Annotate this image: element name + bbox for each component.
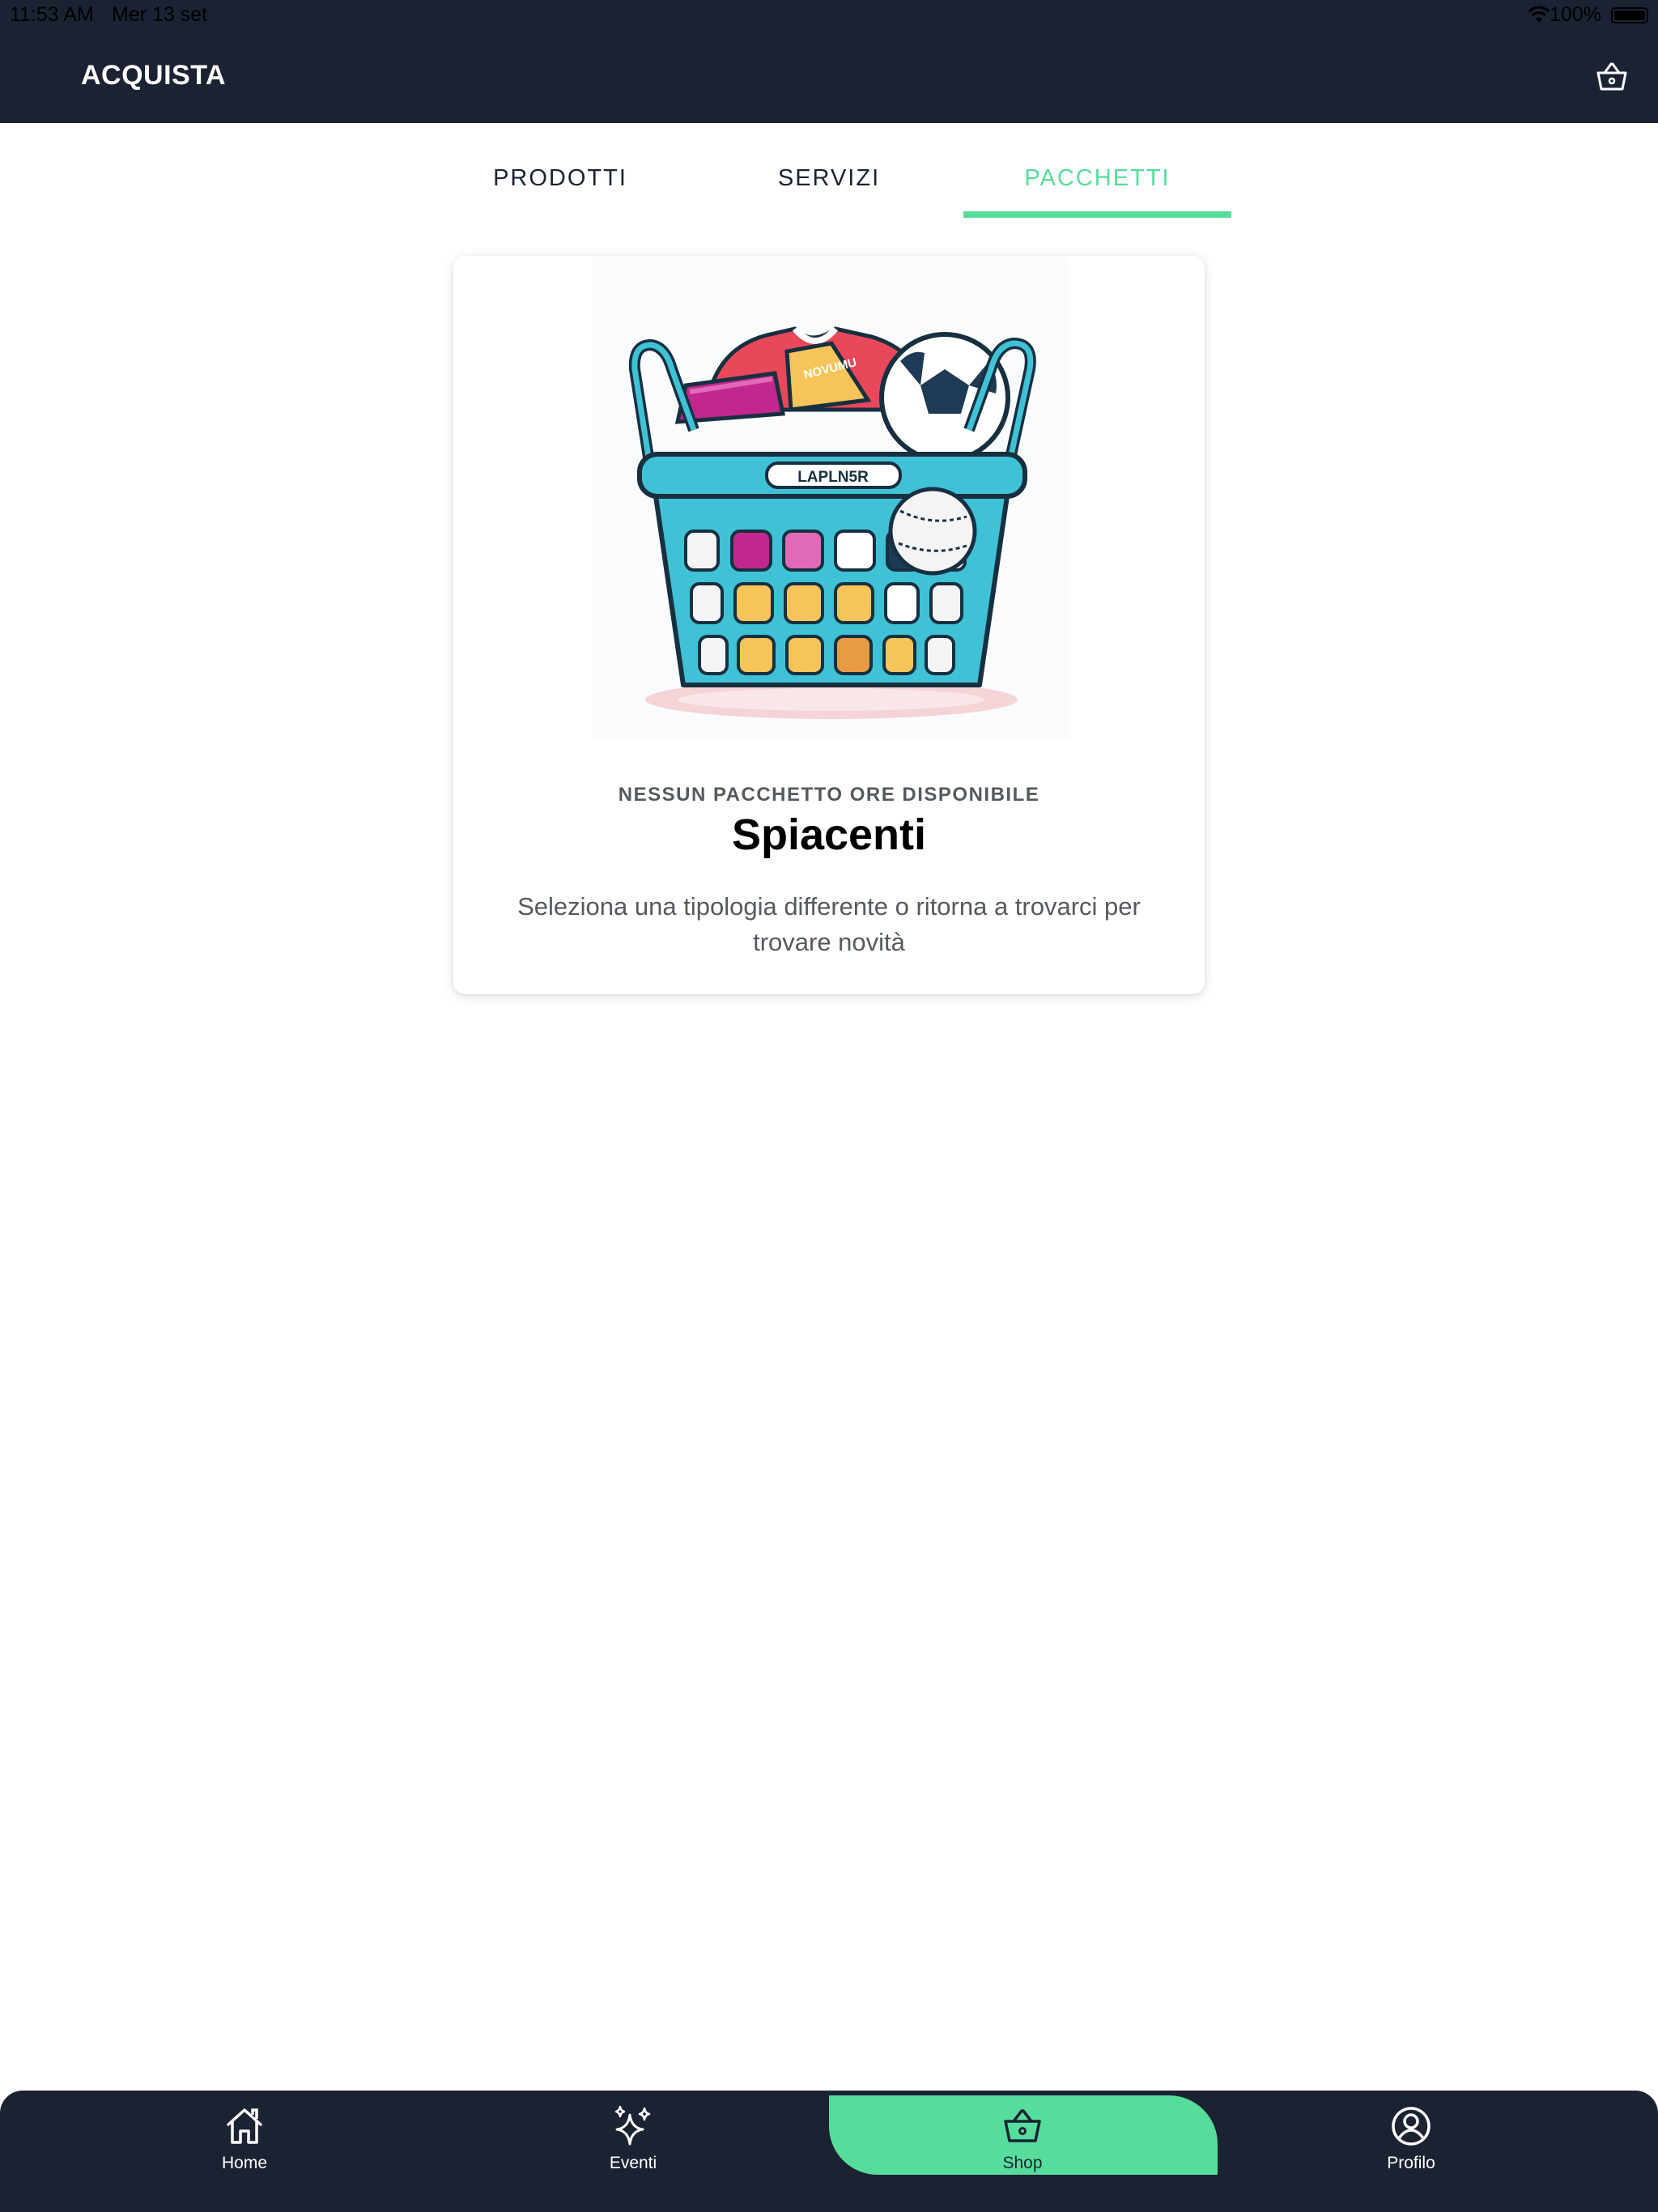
nav-item-eventi[interactable]: Eventi [552, 2091, 714, 2180]
tab-label: SERVIZI [777, 165, 881, 191]
basket-tag-text: LAPLN5R [797, 469, 869, 486]
nav-label: Home [221, 2154, 268, 2172]
top-navigation-bar: ACQUISTA [0, 31, 1658, 123]
empty-state-eyebrow: NESSUN PACCHETTO ORE DISPONIBILE [618, 784, 1040, 806]
battery-percent: 100% [1550, 3, 1601, 26]
empty-state-card: NOVUMU LAPLN5R NESSUN PACCHETTO ORE DISP… [453, 256, 1205, 994]
tab-prodotti[interactable]: PRODOTTI [443, 123, 678, 220]
user-circle-icon [1392, 2107, 1431, 2146]
battery-icon [1611, 7, 1648, 23]
wifi-icon [1528, 6, 1550, 23]
active-tab-indicator [963, 211, 1231, 218]
status-date: Mer 13 set [112, 3, 208, 26]
tab-label: PACCHETTI [1024, 165, 1171, 191]
tab-pacchetti[interactable]: PACCHETTI [963, 123, 1231, 220]
bottom-navigation-bar: Home Eventi Shop Profilo [0, 2091, 1658, 2212]
sports-basket-illustration: NOVUMU LAPLN5R [593, 256, 1069, 738]
segment-tabs: PRODOTTI SERVIZI PACCHETTI [0, 123, 1658, 220]
nav-item-profilo[interactable]: Profilo [1330, 2091, 1492, 2180]
nav-item-home[interactable]: Home [164, 2091, 325, 2180]
basket-icon[interactable] [1593, 58, 1630, 96]
page-title: ACQUISTA [81, 60, 227, 91]
nav-label: Eventi [609, 2154, 657, 2172]
tab-label: PRODOTTI [493, 165, 627, 191]
status-bar: 11:53 AM Mer 13 set 100% [0, 0, 1658, 31]
nav-item-shop[interactable]: Shop [942, 2091, 1103, 2180]
home-icon [227, 2108, 262, 2144]
nav-label: Profilo [1387, 2154, 1435, 2172]
status-time: 11:53 AM [10, 3, 94, 26]
empty-state-message: Seleziona una tipologia differente o rit… [517, 892, 1141, 956]
nav-label: Shop [1002, 2154, 1043, 2172]
sparkles-icon [614, 2105, 651, 2146]
basket-icon [1004, 2109, 1041, 2142]
empty-state-heading: Spiacenti [731, 810, 927, 859]
tab-servizi[interactable]: SERVIZI [712, 123, 946, 220]
